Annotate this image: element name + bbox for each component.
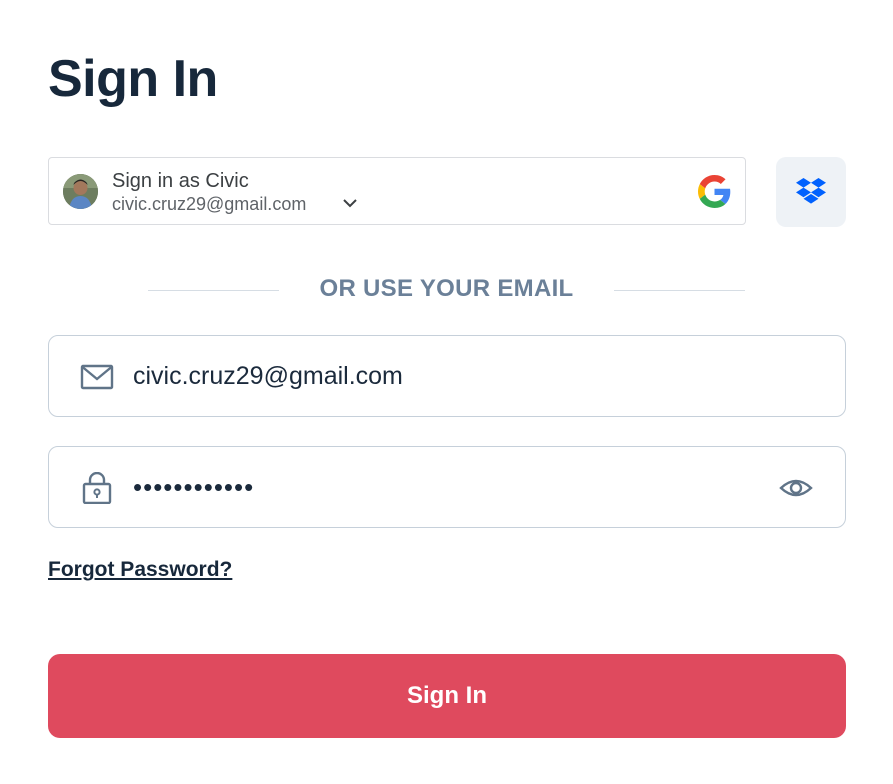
divider-line-right bbox=[614, 290, 745, 291]
email-input[interactable] bbox=[133, 354, 753, 398]
sign-in-button[interactable]: Sign In bbox=[48, 654, 846, 738]
lock-icon bbox=[82, 472, 112, 504]
password-input[interactable] bbox=[133, 465, 753, 509]
email-field-container[interactable] bbox=[48, 335, 846, 417]
eye-icon[interactable] bbox=[779, 473, 813, 503]
google-account-email: civic.cruz29@gmail.com bbox=[112, 194, 307, 214]
forgot-password-link[interactable]: Forgot Password? bbox=[48, 556, 232, 584]
google-account-chooser[interactable]: Sign in as Civic civic.cruz29@gmail.com bbox=[48, 157, 746, 225]
password-field-container[interactable] bbox=[48, 446, 846, 528]
chevron-down-icon[interactable] bbox=[342, 195, 358, 211]
page-title: Sign In bbox=[48, 50, 218, 108]
google-icon bbox=[698, 175, 731, 208]
avatar bbox=[63, 174, 98, 209]
envelope-icon bbox=[80, 364, 114, 390]
divider-line-left bbox=[148, 290, 279, 291]
divider-text: OR USE YOUR EMAIL bbox=[319, 275, 574, 302]
dropbox-signin-button[interactable] bbox=[776, 157, 846, 227]
google-account-label: Sign in as Civic bbox=[112, 170, 249, 192]
dropbox-icon bbox=[796, 178, 826, 204]
